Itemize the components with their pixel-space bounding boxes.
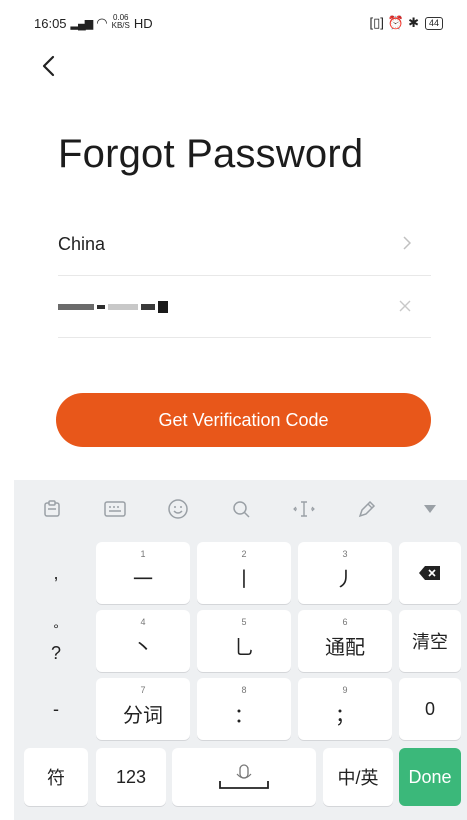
collapse-icon[interactable] bbox=[415, 494, 445, 524]
keyboard-icon[interactable] bbox=[100, 494, 130, 524]
status-time: 16:05 bbox=[34, 15, 67, 31]
key-degree-question[interactable]: ° ? bbox=[24, 610, 88, 672]
clear-key[interactable]: 清空 bbox=[399, 610, 461, 672]
key-5[interactable]: 5 乚 bbox=[197, 610, 291, 672]
symbols-key[interactable]: 符 bbox=[24, 748, 88, 806]
key-2[interactable]: 2 丨 bbox=[197, 542, 291, 604]
clipboard-icon[interactable] bbox=[37, 494, 67, 524]
hd-label: HD bbox=[133, 15, 153, 31]
status-bar: 16:05 ▂▄▆ ◠ 0.06 KB/S HD [▯] ⏰ ✱ 44 bbox=[0, 0, 467, 46]
space-key[interactable] bbox=[172, 748, 316, 806]
backspace-icon bbox=[419, 566, 440, 580]
bluetooth-icon: ✱ bbox=[408, 15, 419, 30]
keyboard: , ° ? - 1 一 2 丨 3 丿 4 丶 5 乚 6 通配 清空 7 分词… bbox=[14, 480, 467, 820]
wifi-icon: ◠ bbox=[96, 15, 108, 30]
key-1[interactable]: 1 一 bbox=[96, 542, 190, 604]
signal-icon: ▂▄▆ bbox=[70, 17, 94, 30]
phone-input[interactable] bbox=[58, 276, 431, 338]
key-4[interactable]: 4 丶 bbox=[96, 610, 190, 672]
language-switch-key[interactable]: 中/英 bbox=[323, 748, 393, 806]
phone-value-masked bbox=[58, 300, 168, 313]
chevron-right-icon bbox=[403, 234, 412, 255]
status-left: 16:05 ▂▄▆ ◠ 0.06 KB/S HD bbox=[34, 13, 153, 31]
battery-icon: 44 bbox=[424, 16, 443, 30]
numbers-key[interactable]: 123 bbox=[96, 748, 166, 806]
network-speed: 0.06 KB/S bbox=[111, 13, 130, 30]
backspace-key[interactable] bbox=[399, 542, 461, 604]
alarm-icon: ⏰ bbox=[387, 15, 405, 30]
emoji-icon[interactable] bbox=[163, 494, 193, 524]
done-key[interactable]: Done bbox=[399, 748, 461, 806]
key-8[interactable]: 8 ： bbox=[197, 678, 291, 740]
edit-icon[interactable] bbox=[352, 494, 382, 524]
vibrate-icon: [▯] bbox=[369, 15, 384, 30]
status-right: [▯] ⏰ ✱ 44 bbox=[369, 15, 443, 31]
country-selector[interactable]: China bbox=[58, 214, 431, 276]
clear-icon[interactable] bbox=[399, 296, 411, 317]
keyboard-toolbar bbox=[14, 480, 467, 538]
key-comma[interactable]: , bbox=[24, 542, 88, 604]
key-9[interactable]: 9 ； bbox=[298, 678, 392, 740]
key-dash[interactable]: - bbox=[24, 678, 88, 740]
get-verification-code-button[interactable]: Get Verification Code bbox=[56, 393, 431, 447]
search-icon[interactable] bbox=[226, 494, 256, 524]
keyboard-edge bbox=[457, 480, 467, 500]
key-3[interactable]: 3 丿 bbox=[298, 542, 392, 604]
key-0[interactable]: 0 bbox=[399, 678, 461, 740]
key-7[interactable]: 7 分词 bbox=[96, 678, 190, 740]
key-6[interactable]: 6 通配 bbox=[298, 610, 392, 672]
back-button[interactable] bbox=[34, 52, 62, 80]
page-title: Forgot Password bbox=[58, 132, 364, 176]
chevron-left-icon bbox=[42, 55, 55, 77]
microphone-icon bbox=[219, 764, 269, 789]
cursor-icon[interactable] bbox=[289, 494, 319, 524]
country-value: China bbox=[58, 234, 106, 254]
